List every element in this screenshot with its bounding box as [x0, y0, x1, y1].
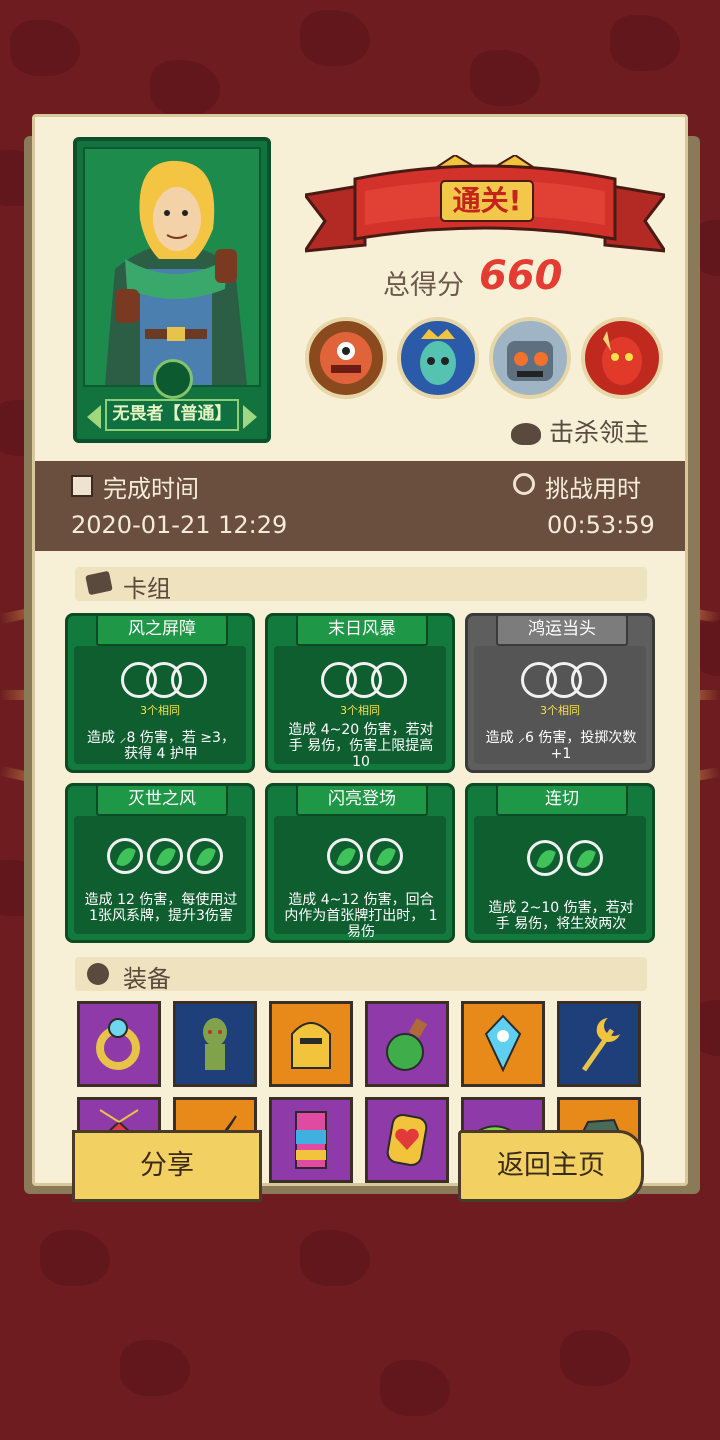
card-name: 末日风暴	[296, 614, 428, 646]
time-info-bar: 完成时间 2020-01-21 12:29 挑战用时 00:53:59	[35, 461, 685, 551]
equipment-helmet[interactable]	[269, 1001, 353, 1087]
deck-section-header: 卡组	[75, 567, 647, 603]
card-name: 连切	[496, 784, 628, 816]
kill-bosses-label: 击杀领主	[549, 418, 650, 447]
card-description: 造成 4~20 伤害，若对手 易伤，伤害上限提高10	[288, 722, 434, 770]
duration-label: 挑战用时	[545, 475, 641, 503]
return-home-button[interactable]: 返回主页	[458, 1130, 644, 1202]
victory-banner: 通关!	[301, 153, 669, 255]
card-same-label: 3个相同	[140, 704, 180, 717]
card-description: 造成 ⸝6 伤害，投掷次数+1	[485, 730, 637, 762]
card-same-label: 3个相同	[340, 704, 380, 717]
deck-card[interactable]: 造成 4~12 伤害，回合内作为首张牌打出时， 1 易伤 闪亮登场	[265, 783, 455, 943]
card-name: 鸿运当头	[496, 614, 628, 646]
skull-icon	[153, 359, 193, 399]
prev-hero-arrow-icon	[87, 405, 101, 429]
hero-name: 无畏者【普通】	[105, 399, 239, 431]
deck-card[interactable]: 3个相同 造成 ⸝8 伤害，若 ≥3，获得 4 护甲 风之屏障	[65, 613, 255, 773]
share-button[interactable]: 分享	[72, 1130, 262, 1202]
deck-card[interactable]: 3个相同 造成 ⸝6 伤害，投掷次数+1 鸿运当头	[465, 613, 655, 773]
equipment-title: 装备	[123, 965, 171, 993]
result-panel: 无畏者【普通】 通关! 总得分 660 击杀领主 完成时间 2020-01-21…	[32, 114, 688, 1186]
deck-card[interactable]: 造成 12 伤害，每使用过1张风系牌，提升3伤害 灭世之风	[65, 783, 255, 943]
equipment-potion[interactable]	[365, 1001, 449, 1087]
equipment-heart-stone[interactable]	[365, 1097, 449, 1183]
gear-icon	[87, 963, 109, 985]
equipment-moon-staff[interactable]	[557, 1001, 641, 1087]
card-body: 3个相同 造成 4~20 伤害，若对手 易伤，伤害上限提高10	[274, 646, 446, 770]
equipment-totem[interactable]	[269, 1097, 353, 1183]
kill-bosses-row: 击杀领主	[511, 413, 649, 449]
boss-avatar-2[interactable]	[397, 317, 479, 399]
deck-card[interactable]: 3个相同 造成 4~20 伤害，若对手 易伤，伤害上限提高10 末日风暴	[265, 613, 455, 773]
stopwatch-icon	[513, 473, 535, 495]
deck-card[interactable]: 造成 2~10 伤害，若对手 易伤，将生效两次 连切	[465, 783, 655, 943]
equipment-section-header: 装备	[75, 957, 647, 993]
card-description: 造成 4~12 伤害，回合内作为首张牌打出时， 1 易伤	[284, 892, 438, 940]
boss-avatar-4[interactable]	[581, 317, 663, 399]
calendar-icon	[71, 475, 93, 497]
cards-icon	[85, 570, 113, 596]
equipment-ring[interactable]	[77, 1001, 161, 1087]
score-label: 总得分	[383, 270, 464, 301]
hero-portrait	[83, 147, 261, 387]
boss-avatar-3[interactable]	[489, 317, 571, 399]
horned-skull-icon	[511, 423, 541, 445]
card-body: 造成 4~12 伤害，回合内作为首张牌打出时， 1 易伤	[274, 816, 446, 940]
card-name: 风之屏障	[96, 614, 228, 646]
hero-portrait-card[interactable]: 无畏者【普通】	[73, 137, 271, 443]
equipment-crystal[interactable]	[461, 1001, 545, 1087]
banner-title: 通关!	[452, 184, 522, 217]
boss-avatar-1[interactable]	[305, 317, 387, 399]
deck-title: 卡组	[123, 575, 171, 603]
finish-time-label: 完成时间	[103, 475, 199, 503]
card-body: 造成 2~10 伤害，若对手 易伤，将生效两次	[474, 816, 646, 934]
duration-value: 00:53:59	[547, 511, 655, 539]
card-body: 3个相同 造成 ⸝6 伤害，投掷次数+1	[474, 646, 646, 764]
equipment-voodoo-doll[interactable]	[173, 1001, 257, 1087]
card-name: 闪亮登场	[296, 784, 428, 816]
score-value: 660	[479, 253, 563, 299]
next-hero-arrow-icon	[243, 405, 257, 429]
card-description: 造成 2~10 伤害，若对手 易伤，将生效两次	[488, 900, 634, 932]
card-body: 造成 12 伤害，每使用过1张风系牌，提升3伤害	[74, 816, 246, 934]
card-name: 灭世之风	[96, 784, 228, 816]
card-description: 造成 ⸝8 伤害，若 ≥3，获得 4 护甲	[87, 730, 235, 762]
card-body: 3个相同 造成 ⸝8 伤害，若 ≥3，获得 4 护甲	[74, 646, 246, 764]
finish-time-value: 2020-01-21 12:29	[71, 511, 288, 539]
card-same-label: 3个相同	[540, 704, 580, 717]
card-description: 造成 12 伤害，每使用过1张风系牌，提升3伤害	[84, 892, 238, 924]
